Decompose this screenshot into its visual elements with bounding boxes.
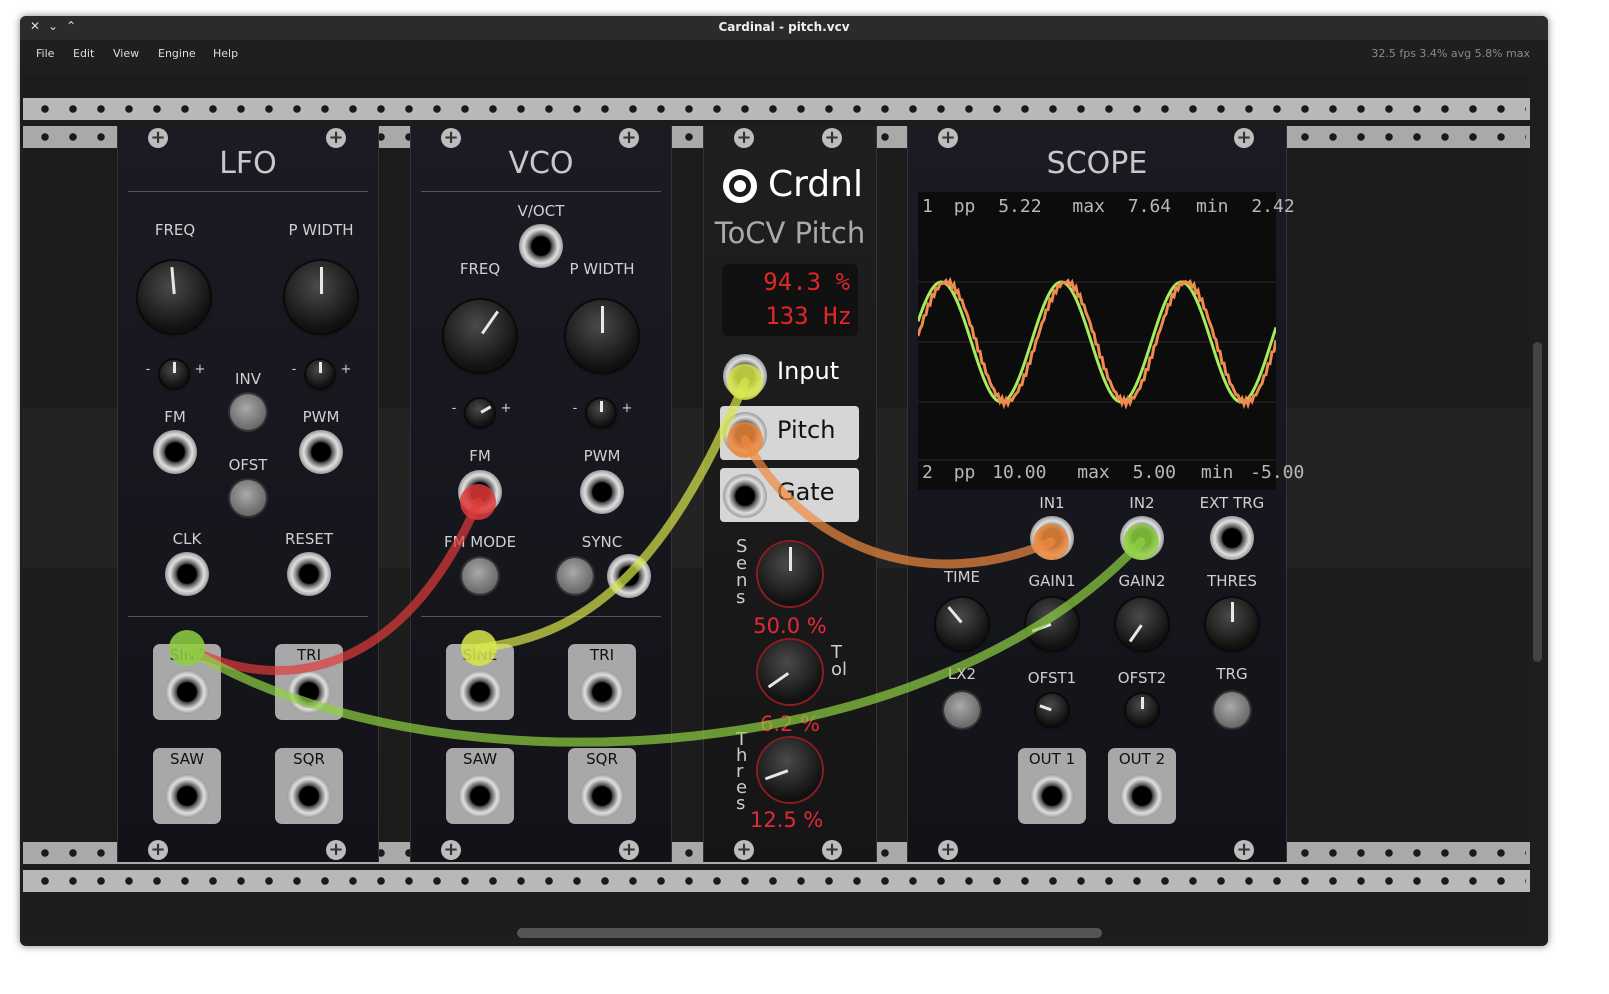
cables-layer bbox=[169, 364, 1159, 747]
menu-bar: File Edit View Engine Help 32.5 fps 3.4%… bbox=[20, 40, 1548, 68]
cable-red bbox=[182, 497, 483, 675]
cable-yellow bbox=[474, 377, 750, 653]
performance-stats: 32.5 fps 3.4% avg 5.8% max bbox=[1371, 47, 1530, 60]
menu-view[interactable]: View bbox=[113, 47, 139, 60]
cable-plug-red bbox=[460, 484, 496, 520]
menu-file[interactable]: File bbox=[36, 47, 54, 60]
cable-green bbox=[182, 537, 1146, 747]
cable-plug-yellow bbox=[727, 364, 763, 400]
cable-plug-green bbox=[169, 630, 205, 666]
menu-engine[interactable]: Engine bbox=[158, 47, 196, 60]
window-title: Cardinal - pitch.vcv bbox=[718, 20, 850, 34]
rack[interactable]: LFO + + FREQ P WIDTH - + - + INV FM PWM … bbox=[23, 76, 1530, 936]
menu-help[interactable]: Help bbox=[213, 47, 238, 60]
horizontal-scrollbar[interactable] bbox=[517, 928, 1102, 938]
app-window: ✕ ⌄ ⌃ Cardinal - pitch.vcv File Edit Vie… bbox=[20, 16, 1548, 946]
menu-edit[interactable]: Edit bbox=[73, 47, 94, 60]
cable-plug-orange bbox=[1033, 524, 1069, 560]
vertical-scrollbar[interactable] bbox=[1533, 342, 1542, 662]
title-bar: ✕ ⌄ ⌃ Cardinal - pitch.vcv bbox=[20, 16, 1548, 40]
cable-orange bbox=[740, 435, 1056, 569]
cable-plug-orange bbox=[727, 422, 763, 458]
cable-plug-yellow bbox=[461, 630, 497, 666]
cable-plug-green bbox=[1123, 524, 1159, 560]
